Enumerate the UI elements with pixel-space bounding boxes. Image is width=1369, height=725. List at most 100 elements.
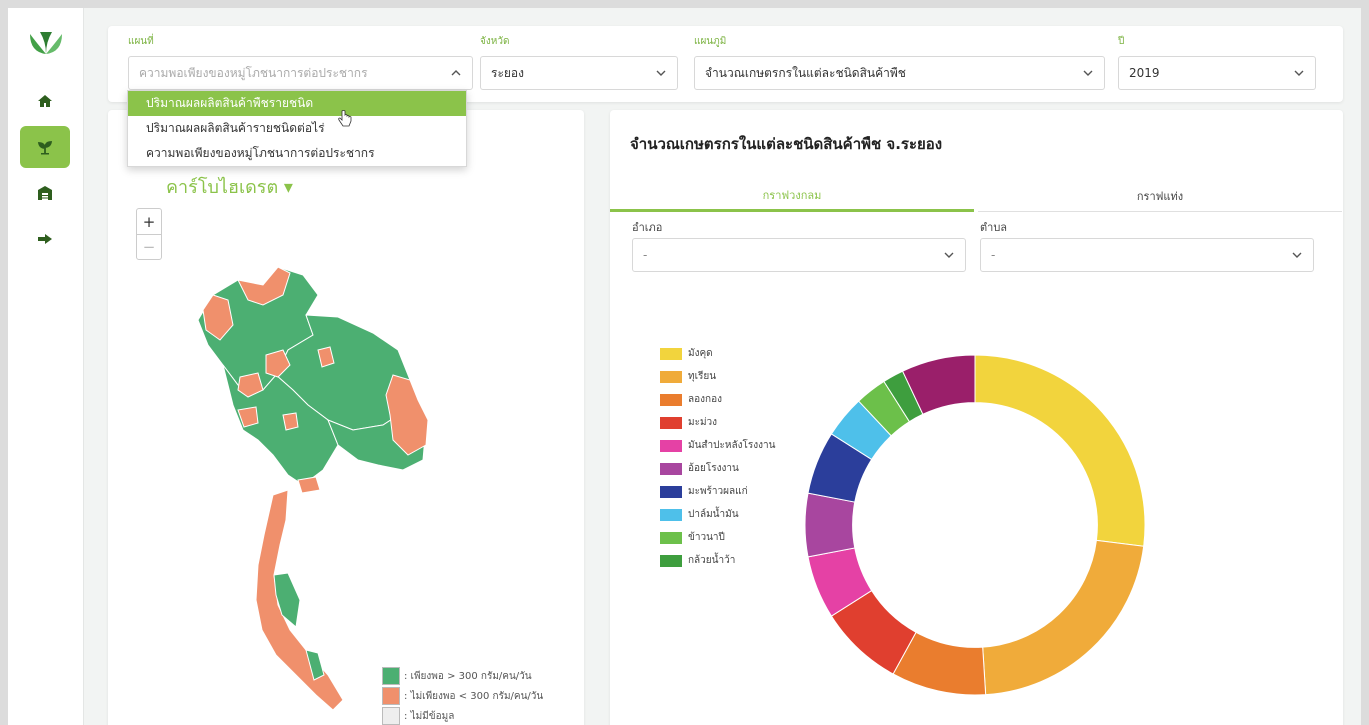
map-patch bbox=[282, 412, 299, 431]
map-legend-item: : ไม่มีข้อมูล bbox=[382, 706, 543, 725]
legend-swatch bbox=[660, 508, 682, 521]
district-select-value: - bbox=[643, 248, 648, 262]
legend-item[interactable]: ทุเรียน bbox=[660, 365, 775, 388]
sprout-icon bbox=[37, 141, 53, 155]
map-legend-label: : ไม่เพียงพอ < 300 กรัม/คน/วัน bbox=[404, 690, 544, 702]
nav-warehouse[interactable] bbox=[20, 172, 70, 214]
legend-swatch bbox=[660, 370, 682, 383]
chart-select[interactable]: จำนวณเกษตรกรในแต่ละชนิดสินค้าพืช bbox=[694, 56, 1105, 90]
subdistrict-label: ตำบล bbox=[980, 221, 1008, 234]
sidebar bbox=[8, 8, 84, 725]
legend-label: ทุเรียน bbox=[688, 371, 717, 382]
legend-item[interactable]: ลองกอง bbox=[660, 388, 775, 411]
thailand-map[interactable] bbox=[178, 255, 428, 715]
legend-label: ปาล์มน้ำมัน bbox=[688, 509, 739, 520]
year-select[interactable]: 2019 bbox=[1118, 56, 1316, 90]
map-legend-label: : ไม่มีข้อมูล bbox=[404, 710, 455, 722]
chevron-down-icon bbox=[1083, 70, 1093, 76]
year-select-value: 2019 bbox=[1129, 66, 1160, 80]
donut-slice[interactable] bbox=[804, 492, 856, 558]
legend-label: อ้อยโรงงาน bbox=[688, 463, 739, 474]
legend-label: ลองกอง bbox=[688, 394, 722, 405]
legend-item[interactable]: มะม่วง bbox=[660, 411, 775, 434]
legend-label: มันสำปะหลังโรงงาน bbox=[688, 440, 776, 451]
legend-label: มะพร้าวผลแก่ bbox=[688, 486, 748, 497]
donut-slice[interactable] bbox=[974, 354, 1146, 547]
tab-bar-chart[interactable]: กราฟแท่ง bbox=[978, 180, 1342, 212]
nav-home[interactable] bbox=[20, 80, 70, 122]
subdistrict-select-value: - bbox=[991, 248, 996, 262]
province-filter: จังหวัด ระยอง bbox=[480, 34, 678, 90]
district-label: อำเภอ bbox=[632, 221, 663, 234]
warehouse-icon bbox=[38, 186, 52, 200]
app-frame: แผนที่ ความพอเพียงของหมู่โภชนาการต่อประช… bbox=[8, 8, 1361, 725]
home-icon bbox=[38, 95, 52, 107]
map-nutrient-selector[interactable]: คาร์โบไฮเดรต ▾ bbox=[166, 172, 293, 201]
subdistrict-select[interactable]: - bbox=[980, 238, 1314, 272]
legend-item[interactable]: มะพร้าวผลแก่ bbox=[660, 480, 775, 503]
dropdown-option[interactable]: ความพอเพียงของหมู่โภชนาการต่อประชากร bbox=[128, 141, 466, 166]
legend-item[interactable]: ข้าวนาปี bbox=[660, 526, 775, 549]
chart-filter-label: แผนภูมิ bbox=[694, 36, 727, 47]
legend-swatch bbox=[660, 347, 682, 360]
chart-tabs: กราฟวงกลม กราฟแท่ง bbox=[610, 180, 1343, 212]
arrow-right-icon bbox=[38, 234, 52, 244]
dropdown-option[interactable]: ปริมาณผลผลิตสินค้ารายชนิดต่อไร่ bbox=[128, 116, 466, 141]
map-select-value: ความพอเพียงของหมู่โภชนาการต่อประชากร bbox=[139, 65, 368, 80]
legend-swatch bbox=[382, 667, 400, 685]
chart-filter: แผนภูมิ จำนวณเกษตรกรในแต่ละชนิดสินค้าพืช bbox=[694, 34, 1105, 90]
nav-plant[interactable] bbox=[20, 126, 70, 168]
legend-swatch bbox=[660, 554, 682, 567]
district-filter: อำเภอ - bbox=[632, 218, 966, 272]
chevron-up-icon bbox=[451, 70, 461, 76]
chart-title: จำนวณเกษตรกรในแต่ละชนิดสินค้าพืช จ.ระยอง bbox=[630, 135, 943, 153]
chart-panel: จำนวณเกษตรกรในแต่ละชนิดสินค้าพืช จ.ระยอง… bbox=[610, 110, 1343, 725]
legend-label: มะม่วง bbox=[688, 417, 718, 428]
legend-swatch bbox=[660, 416, 682, 429]
zoom-out-button[interactable]: − bbox=[137, 234, 161, 259]
legend-swatch bbox=[660, 485, 682, 498]
chart-legend: มังคุดทุเรียนลองกองมะม่วงมันสำปะหลังโรงง… bbox=[660, 342, 775, 572]
zoom-control: + − bbox=[136, 208, 162, 260]
map-legend-label: : เพียงพอ > 300 กรัม/คน/วัน bbox=[404, 670, 532, 682]
hand-cursor-icon bbox=[338, 110, 352, 127]
legend-swatch bbox=[382, 707, 400, 725]
legend-swatch bbox=[660, 531, 682, 544]
chevron-down-icon bbox=[656, 70, 666, 76]
map-dropdown-menu: ปริมาณผลผลิตสินค้าพืชรายชนิด ปริมาณผลผลิ… bbox=[127, 90, 467, 167]
province-filter-label: จังหวัด bbox=[480, 36, 510, 47]
map-select[interactable]: ความพอเพียงของหมู่โภชนาการต่อประชากร bbox=[128, 56, 473, 90]
map-legend-item: : ไม่เพียงพอ < 300 กรัม/คน/วัน bbox=[382, 686, 543, 706]
map-filter-label: แผนที่ bbox=[128, 36, 154, 47]
chevron-down-icon bbox=[944, 252, 954, 258]
tab-pie-chart[interactable]: กราฟวงกลม bbox=[610, 180, 974, 212]
legend-label: กล้วยน้ำว้า bbox=[688, 555, 736, 566]
donut-chart bbox=[804, 354, 1146, 696]
legend-label: ข้าวนาปี bbox=[688, 532, 725, 543]
map-legend: : เพียงพอ > 300 กรัม/คน/วัน : ไม่เพียงพอ… bbox=[382, 666, 543, 725]
legend-item[interactable]: กล้วยน้ำว้า bbox=[660, 549, 775, 572]
legend-swatch bbox=[382, 687, 400, 705]
legend-item[interactable]: ปาล์มน้ำมัน bbox=[660, 503, 775, 526]
legend-item[interactable]: มังคุด bbox=[660, 342, 775, 365]
district-select[interactable]: - bbox=[632, 238, 966, 272]
chart-select-value: จำนวณเกษตรกรในแต่ละชนิดสินค้าพืช bbox=[705, 65, 906, 80]
map-filter: แผนที่ ความพอเพียงของหมู่โภชนาการต่อประช… bbox=[128, 34, 473, 90]
zoom-in-button[interactable]: + bbox=[137, 209, 161, 234]
legend-item[interactable]: มันสำปะหลังโรงงาน bbox=[660, 434, 775, 457]
legend-swatch bbox=[660, 439, 682, 452]
logo-icon bbox=[30, 32, 62, 54]
nav-transport[interactable] bbox=[20, 218, 70, 260]
year-filter: ปี 2019 bbox=[1118, 34, 1316, 90]
province-select[interactable]: ระยอง bbox=[480, 56, 678, 90]
legend-label: มังคุด bbox=[688, 348, 713, 359]
map-legend-item: : เพียงพอ > 300 กรัม/คน/วัน bbox=[382, 666, 543, 686]
legend-swatch bbox=[660, 393, 682, 406]
chevron-down-icon bbox=[1294, 70, 1304, 76]
subdistrict-filter: ตำบล - bbox=[980, 218, 1314, 272]
map-patch bbox=[297, 476, 321, 494]
legend-item[interactable]: อ้อยโรงงาน bbox=[660, 457, 775, 480]
year-filter-label: ปี bbox=[1118, 36, 1125, 47]
donut-slice[interactable] bbox=[982, 539, 1145, 696]
dropdown-option[interactable]: ปริมาณผลผลิตสินค้าพืชรายชนิด bbox=[128, 91, 466, 116]
